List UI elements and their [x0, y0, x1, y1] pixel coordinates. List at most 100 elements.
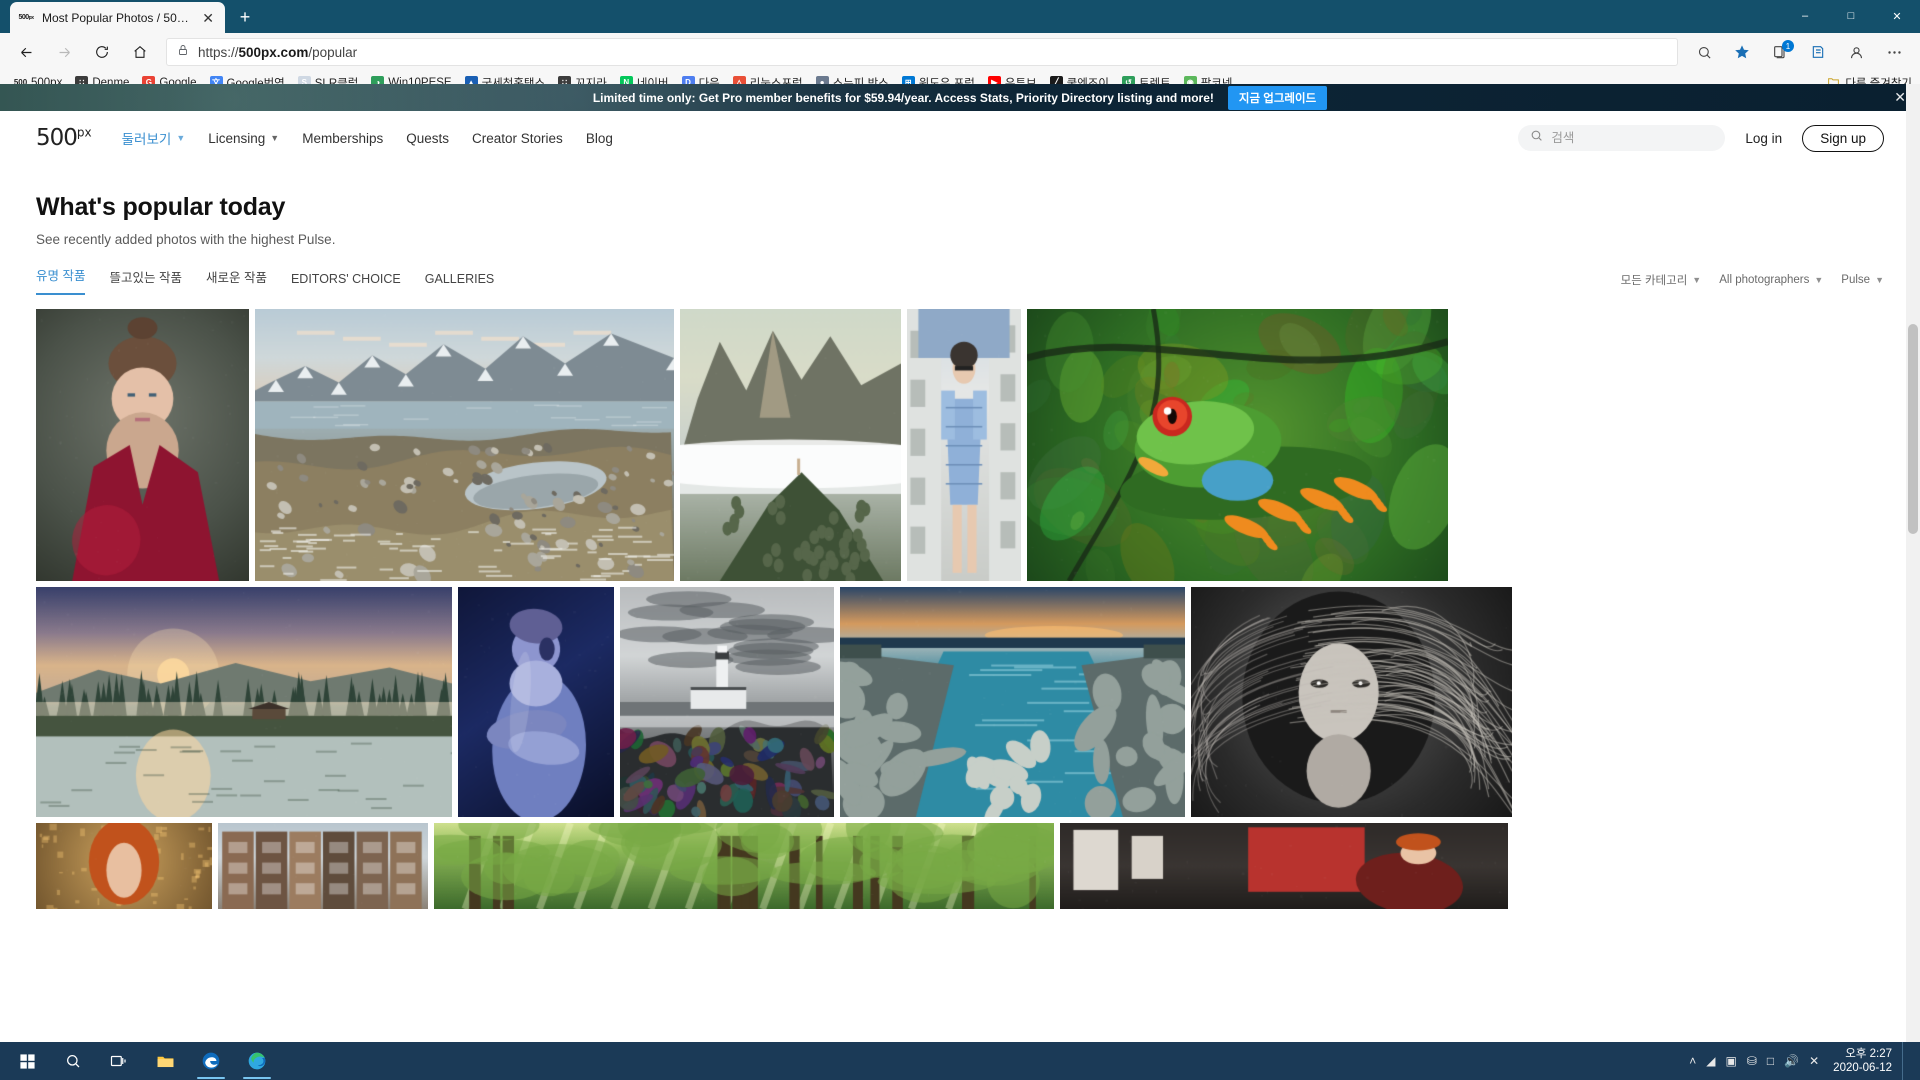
- search-icon: [1530, 129, 1543, 147]
- photo-grid-row: [36, 309, 1884, 581]
- filter-label: Pulse: [1841, 274, 1870, 286]
- omnibox-actions: 1: [1686, 36, 1912, 68]
- browser-tab[interactable]: 500 px Most Popular Photos / 500px ✕: [10, 2, 225, 33]
- upgrade-now-button[interactable]: 지금 업그레이드: [1228, 86, 1327, 110]
- tab-favicon-500px: 500 px: [18, 10, 34, 26]
- content-tab[interactable]: 뜰고있는 작품: [109, 267, 181, 295]
- photo-landscape-dolomites-peak-clouds[interactable]: [680, 309, 901, 581]
- lock-icon: [177, 43, 189, 61]
- tray-usb-eject-icon[interactable]: ⛁: [1747, 1054, 1757, 1068]
- edge-legacy-icon[interactable]: [188, 1042, 234, 1080]
- nav-link[interactable]: Memberships: [302, 131, 383, 146]
- nav-link-label: 둘러보기: [122, 128, 172, 148]
- file-explorer-icon[interactable]: [142, 1042, 188, 1080]
- windows-taskbar: ˄ ◢ ▣ ⛁ □ 🔊 ✕ 오후 2:27 2020-06-12: [0, 1042, 1920, 1080]
- photo-landscape-misty-lake-cabin-sunrise[interactable]: [36, 587, 452, 817]
- photo-blackwhite-lighthouse-coast[interactable]: [620, 587, 834, 817]
- nav-link-label: Blog: [586, 131, 613, 146]
- promo-banner: Limited time only: Get Pro member benefi…: [0, 84, 1920, 111]
- content-tabs: 유명 작품 뜰고있는 작품 새로운 작품 EDITORS' CHOICE GALLERI…: [36, 265, 494, 295]
- photo-seascape-long-exposure-rocks[interactable]: [840, 587, 1185, 817]
- page-title: What's popular today: [36, 193, 1884, 222]
- photo-wildlife-red-eyed-tree-frog[interactable]: [1027, 309, 1448, 581]
- more-ellipsis-icon[interactable]: [1876, 36, 1912, 68]
- photo-forest-sunbeams-green-trees[interactable]: [434, 823, 1054, 909]
- search-box[interactable]: [1518, 125, 1725, 151]
- search-zoom-icon[interactable]: [1686, 36, 1722, 68]
- nav-link-label: Licensing: [208, 131, 265, 146]
- collections-badge: 1: [1782, 40, 1794, 52]
- content-tab[interactable]: EDITORS' CHOICE: [291, 272, 401, 295]
- filter-dropdown[interactable]: Pulse ▼: [1841, 274, 1884, 286]
- profile-icon[interactable]: [1838, 36, 1874, 68]
- tray-graphics-icon[interactable]: ▣: [1726, 1054, 1737, 1068]
- promo-close-icon[interactable]: ✕: [1894, 89, 1906, 106]
- page-viewport: Limited time only: Get Pro member benefi…: [0, 84, 1920, 1080]
- nav-link[interactable]: Creator Stories: [472, 131, 563, 146]
- tray-nvidia-icon[interactable]: ◢: [1706, 1054, 1715, 1068]
- nav-link[interactable]: Licensing ▼: [208, 131, 279, 146]
- chevron-down-icon: ▼: [270, 133, 279, 143]
- site-nav-right: Log in Sign up: [1518, 125, 1884, 152]
- page-scrollbar[interactable]: [1906, 84, 1920, 1080]
- content-filters: 모든 카테고리 ▼ All photographers ▼ Pulse ▼: [1621, 272, 1884, 288]
- photo-architecture-amsterdam-houses[interactable]: [218, 823, 428, 909]
- photo-portrait-nude-blue-light[interactable]: [458, 587, 614, 817]
- filter-dropdown[interactable]: 모든 카테고리 ▼: [1621, 272, 1702, 288]
- browser-window: 500 px Most Popular Photos / 500px ✕ + – …: [0, 0, 1920, 1080]
- taskbar-search-icon[interactable]: [50, 1042, 96, 1080]
- site-nav-links: 둘러보기 ▼ Licensing ▼ Memberships Quests Creator …: [122, 128, 613, 148]
- content-tab[interactable]: GALLERIES: [425, 272, 494, 295]
- photo-portrait-woman-denim-street[interactable]: [907, 309, 1021, 581]
- photo-blackwhite-portrait-windblown-hair[interactable]: [1191, 587, 1512, 817]
- tab-close-icon[interactable]: ✕: [199, 11, 217, 25]
- tray-network-icon[interactable]: □: [1767, 1054, 1774, 1068]
- refresh-icon[interactable]: [84, 36, 120, 68]
- chevron-down-icon: ▼: [1814, 275, 1823, 285]
- nav-link[interactable]: 둘러보기 ▼: [122, 128, 186, 148]
- nav-link-label: Quests: [406, 131, 449, 146]
- photo-interior-woman-red-dress-gallery[interactable]: [1060, 823, 1508, 909]
- filter-label: 모든 카테고리: [1621, 272, 1688, 288]
- page-subtitle: See recently added photos with the highe…: [36, 232, 1884, 247]
- nav-link[interactable]: Blog: [586, 131, 613, 146]
- forward-arrow-icon[interactable]: [46, 36, 82, 68]
- photo-landscape-arctic-shore-mountains[interactable]: [255, 309, 674, 581]
- address-bar[interactable]: https://500px.com/popular: [166, 38, 1678, 66]
- star-icon[interactable]: [1724, 36, 1760, 68]
- new-tab-button[interactable]: +: [231, 3, 259, 31]
- show-desktop-button[interactable]: [1902, 1042, 1910, 1080]
- content-tab[interactable]: 새로운 작품: [206, 267, 267, 295]
- signup-button[interactable]: Sign up: [1802, 125, 1884, 152]
- clock-date: 2020-06-12: [1833, 1061, 1892, 1075]
- photo-portrait-woman-red-dress[interactable]: [36, 309, 249, 581]
- nav-link[interactable]: Quests: [406, 131, 449, 146]
- collections-icon[interactable]: 1: [1762, 36, 1798, 68]
- tray-show-hidden-icon[interactable]: ˄: [1689, 1054, 1696, 1068]
- filter-dropdown[interactable]: All photographers ▼: [1719, 274, 1823, 286]
- content-tab[interactable]: 유명 작품: [36, 265, 85, 295]
- tray-volume-icon[interactable]: 🔊: [1784, 1054, 1799, 1068]
- task-view-icon[interactable]: [96, 1042, 142, 1080]
- content-tabs-row: 유명 작품 뜰고있는 작품 새로운 작품 EDITORS' CHOICE GALLERI…: [0, 247, 1920, 295]
- favorites-hub-icon[interactable]: [1800, 36, 1836, 68]
- photo-grid-row: [36, 823, 1884, 909]
- clock-time: 오후 2:27: [1845, 1047, 1892, 1061]
- nav-link-label: Memberships: [302, 131, 383, 146]
- maximize-button[interactable]: □: [1828, 0, 1874, 32]
- photo-portrait-redhead-bokeh-autumn[interactable]: [36, 823, 212, 909]
- photo-grid-row: [36, 587, 1884, 817]
- taskbar-clock[interactable]: 오후 2:27 2020-06-12: [1829, 1047, 1892, 1076]
- tray-action-center-icon[interactable]: ✕: [1809, 1054, 1819, 1068]
- minimize-button[interactable]: –: [1782, 0, 1828, 32]
- search-input[interactable]: [1551, 131, 1713, 145]
- edge-chromium-icon[interactable]: [234, 1042, 280, 1080]
- close-window-button[interactable]: ✕: [1874, 0, 1920, 32]
- windows-start-icon[interactable]: [4, 1042, 50, 1080]
- scrollbar-thumb[interactable]: [1908, 324, 1918, 534]
- back-arrow-icon[interactable]: [8, 36, 44, 68]
- system-tray: ˄ ◢ ▣ ⛁ □ 🔊 ✕ 오후 2:27 2020-06-12: [1689, 1042, 1920, 1080]
- home-icon[interactable]: [122, 36, 158, 68]
- 500px-logo[interactable]: 500px: [36, 125, 92, 151]
- login-button[interactable]: Log in: [1745, 131, 1782, 146]
